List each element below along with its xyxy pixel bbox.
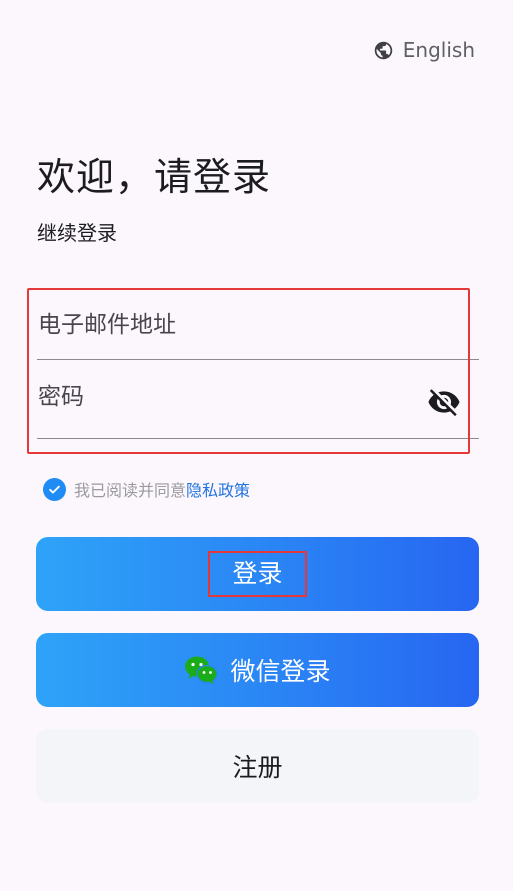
email-field[interactable] bbox=[37, 288, 479, 359]
email-field-container bbox=[37, 288, 479, 360]
wechat-login-button[interactable]: 微信登录 bbox=[36, 633, 479, 707]
wechat-icon bbox=[184, 655, 219, 685]
language-label: English bbox=[402, 38, 475, 62]
eye-off-icon[interactable] bbox=[427, 387, 461, 417]
password-field-container bbox=[37, 360, 479, 439]
checkbox-checked-icon[interactable] bbox=[43, 477, 66, 501]
language-switcher[interactable]: English bbox=[373, 38, 475, 62]
register-button[interactable]: 注册 bbox=[36, 729, 479, 803]
globe-icon bbox=[373, 40, 394, 61]
login-button-label: 登录 bbox=[208, 551, 307, 597]
agreement-text: 我已阅读并同意 bbox=[74, 481, 187, 500]
login-screen: English 欢迎，请登录 继续登录 我已阅读并同意隐私政策 登录 bbox=[0, 0, 513, 891]
privacy-policy-link[interactable]: 隐私政策 bbox=[186, 477, 250, 501]
page-title: 欢迎，请登录 bbox=[37, 155, 272, 199]
password-field[interactable] bbox=[37, 360, 479, 438]
register-label: 注册 bbox=[232, 753, 283, 782]
login-button[interactable]: 登录 bbox=[36, 537, 479, 611]
privacy-agreement: 我已阅读并同意 隐私政策 bbox=[43, 477, 250, 501]
page-subtitle: 继续登录 bbox=[37, 221, 117, 245]
wechat-login-label: 微信登录 bbox=[230, 657, 331, 686]
